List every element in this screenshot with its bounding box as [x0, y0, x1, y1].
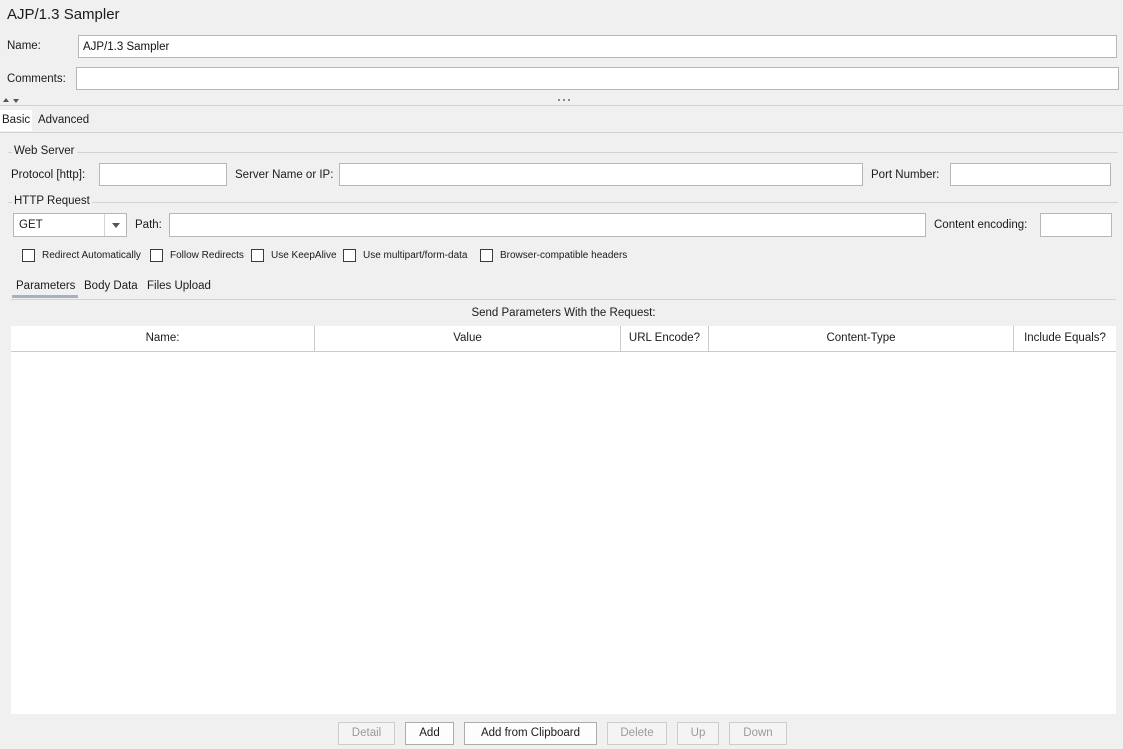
tab-divider	[0, 132, 1123, 133]
method-select[interactable]: GET	[13, 213, 127, 237]
use-keepalive-checkbox[interactable]	[251, 249, 264, 262]
server-label: Server Name or IP:	[235, 169, 334, 181]
tab-advanced[interactable]: Advanced	[36, 110, 91, 131]
http-request-border	[8, 202, 1118, 203]
web-server-title: Web Server	[12, 144, 77, 158]
detail-button[interactable]: Detail	[338, 722, 395, 745]
protocol-label: Protocol [http]:	[11, 169, 86, 181]
chevron-down-icon	[112, 223, 120, 228]
parameters-table[interactable]: Name: Value URL Encode? Content-Type Inc…	[11, 326, 1116, 714]
path-label: Path:	[135, 219, 162, 231]
column-header-name[interactable]: Name:	[11, 326, 315, 351]
tab-body-data[interactable]: Body Data	[80, 277, 142, 298]
triangle-down-icon[interactable]	[13, 99, 19, 103]
comments-input[interactable]	[76, 67, 1119, 90]
browser-compatible-headers-checkbox[interactable]	[480, 249, 493, 262]
up-button[interactable]: Up	[677, 722, 719, 745]
redirect-automatically-label[interactable]: Redirect Automatically	[42, 249, 141, 262]
table-header: Name: Value URL Encode? Content-Type Inc…	[11, 326, 1116, 352]
name-input[interactable]	[78, 35, 1117, 58]
column-header-content-type[interactable]: Content-Type	[709, 326, 1014, 351]
subtab-divider	[11, 299, 1116, 300]
down-button[interactable]: Down	[729, 722, 787, 745]
content-encoding-input[interactable]	[1040, 213, 1112, 237]
use-multipart-label[interactable]: Use multipart/form-data	[363, 249, 467, 262]
triangle-up-icon[interactable]	[3, 98, 9, 102]
splitter-divider[interactable]	[0, 105, 1123, 106]
ajp-sampler-panel: AJP/1.3 Sampler Name: Comments: Basic Ad…	[0, 0, 1123, 749]
content-encoding-label: Content encoding:	[934, 219, 1028, 231]
port-input[interactable]	[950, 163, 1111, 186]
path-input[interactable]	[169, 213, 926, 237]
web-server-border	[8, 152, 1118, 153]
server-input[interactable]	[339, 163, 863, 186]
method-dropdown-button[interactable]	[104, 214, 126, 236]
delete-button[interactable]: Delete	[607, 722, 667, 745]
column-header-url-encode[interactable]: URL Encode?	[621, 326, 709, 351]
comments-label: Comments:	[7, 73, 66, 85]
tab-basic[interactable]: Basic	[0, 110, 33, 131]
column-header-include-equals[interactable]: Include Equals?	[1014, 326, 1116, 351]
use-multipart-checkbox[interactable]	[343, 249, 356, 262]
drag-dots-icon[interactable]	[558, 99, 570, 102]
page-title: AJP/1.3 Sampler	[7, 6, 120, 23]
add-from-clipboard-button[interactable]: Add from Clipboard	[464, 722, 597, 745]
port-label: Port Number:	[871, 169, 940, 181]
redirect-automatically-checkbox[interactable]	[22, 249, 35, 262]
tab-parameters[interactable]: Parameters	[12, 277, 78, 298]
browser-compatible-headers-label[interactable]: Browser-compatible headers	[500, 249, 627, 262]
http-request-title: HTTP Request	[12, 194, 92, 208]
tab-files-upload[interactable]: Files Upload	[143, 277, 215, 298]
method-value: GET	[19, 219, 43, 231]
column-header-value[interactable]: Value	[315, 326, 621, 351]
follow-redirects-label[interactable]: Follow Redirects	[170, 249, 244, 262]
parameters-caption: Send Parameters With the Request:	[471, 307, 656, 319]
use-keepalive-label[interactable]: Use KeepAlive	[271, 249, 337, 262]
add-button[interactable]: Add	[405, 722, 454, 745]
protocol-input[interactable]	[99, 163, 227, 186]
name-label: Name:	[7, 40, 41, 52]
follow-redirects-checkbox[interactable]	[150, 249, 163, 262]
